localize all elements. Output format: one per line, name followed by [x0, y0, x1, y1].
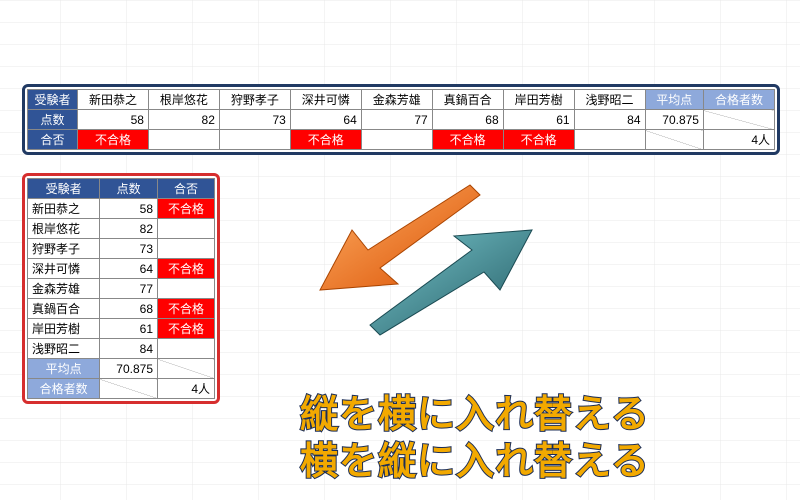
h-hdr-score: 点数: [28, 110, 78, 130]
v-name-2[interactable]: 狩野孝子: [28, 239, 100, 259]
h-hdr-result: 合否: [28, 130, 78, 150]
h-result-4[interactable]: [361, 130, 432, 150]
swap-arrows-icon: [300, 180, 540, 350]
h-score-7[interactable]: 84: [574, 110, 645, 130]
v-score-2[interactable]: 73: [100, 239, 158, 259]
v-score-0[interactable]: 58: [100, 199, 158, 219]
h-name-2[interactable]: 狩野孝子: [219, 90, 290, 110]
h-result-1[interactable]: [148, 130, 219, 150]
v-result-0[interactable]: 不合格: [158, 199, 215, 219]
v-name-7[interactable]: 浅野昭二: [28, 339, 100, 359]
h-name-5[interactable]: 真鍋百合: [432, 90, 503, 110]
h-score-3[interactable]: 64: [290, 110, 361, 130]
h-passcount[interactable]: 4人: [703, 130, 774, 150]
v-result-4[interactable]: [158, 279, 215, 299]
v-diag-2: [100, 379, 158, 399]
h-result-7[interactable]: [574, 130, 645, 150]
v-result-2[interactable]: [158, 239, 215, 259]
v-passcount[interactable]: 4人: [158, 379, 215, 399]
h-name-7[interactable]: 浅野昭二: [574, 90, 645, 110]
h-row-score: 点数 58 82 73 64 77 68 61 84 70.875: [28, 110, 775, 130]
h-result-5[interactable]: 不合格: [432, 130, 503, 150]
v-hdr-result: 合否: [158, 179, 215, 199]
h-name-3[interactable]: 深井可憐: [290, 90, 361, 110]
h-row-result: 合否 不合格 不合格 不合格 不合格 4人: [28, 130, 775, 150]
v-name-6[interactable]: 岸田芳樹: [28, 319, 100, 339]
h-score-0[interactable]: 58: [78, 110, 149, 130]
h-hdr-passcount: 合格者数: [703, 90, 774, 110]
h-row-examinee: 受験者 新田恭之 根岸悠花 狩野孝子 深井可憐 金森芳雄 真鍋百合 岸田芳樹 浅…: [28, 90, 775, 110]
v-result-3[interactable]: 不合格: [158, 259, 215, 279]
h-score-5[interactable]: 68: [432, 110, 503, 130]
v-score-1[interactable]: 82: [100, 219, 158, 239]
v-name-1[interactable]: 根岸悠花: [28, 219, 100, 239]
h-result-0[interactable]: 不合格: [78, 130, 149, 150]
h-name-4[interactable]: 金森芳雄: [361, 90, 432, 110]
h-result-3[interactable]: 不合格: [290, 130, 361, 150]
v-name-4[interactable]: 金森芳雄: [28, 279, 100, 299]
h-diag-1: [703, 110, 774, 130]
h-diag-2: [645, 130, 703, 150]
h-name-6[interactable]: 岸田芳樹: [503, 90, 574, 110]
v-score-5[interactable]: 68: [100, 299, 158, 319]
v-hdr-score: 点数: [100, 179, 158, 199]
vertical-table[interactable]: 受験者 点数 合否 新田恭之 58 不合格 根岸悠花 82 狩野孝子 73 深井…: [22, 173, 220, 404]
h-result-6[interactable]: 不合格: [503, 130, 574, 150]
v-avg[interactable]: 70.875: [100, 359, 158, 379]
v-name-3[interactable]: 深井可憐: [28, 259, 100, 279]
v-diag-1: [158, 359, 215, 379]
v-hdr-avg: 平均点: [28, 359, 100, 379]
v-score-7[interactable]: 84: [100, 339, 158, 359]
v-result-7[interactable]: [158, 339, 215, 359]
h-hdr-avg: 平均点: [645, 90, 703, 110]
h-avg[interactable]: 70.875: [645, 110, 703, 130]
h-hdr-examinee: 受験者: [28, 90, 78, 110]
h-score-6[interactable]: 61: [503, 110, 574, 130]
v-result-5[interactable]: 不合格: [158, 299, 215, 319]
v-score-3[interactable]: 64: [100, 259, 158, 279]
v-name-0[interactable]: 新田恭之: [28, 199, 100, 219]
v-score-4[interactable]: 77: [100, 279, 158, 299]
v-name-5[interactable]: 真鍋百合: [28, 299, 100, 319]
v-hdr-examinee: 受験者: [28, 179, 100, 199]
h-score-2[interactable]: 73: [219, 110, 290, 130]
v-result-1[interactable]: [158, 219, 215, 239]
h-result-2[interactable]: [219, 130, 290, 150]
v-score-6[interactable]: 61: [100, 319, 158, 339]
caption-swap-hv: 横を縦に入れ替える: [300, 430, 650, 485]
v-result-6[interactable]: 不合格: [158, 319, 215, 339]
h-score-4[interactable]: 77: [361, 110, 432, 130]
horizontal-table[interactable]: 受験者 新田恭之 根岸悠花 狩野孝子 深井可憐 金森芳雄 真鍋百合 岸田芳樹 浅…: [22, 84, 780, 155]
v-hdr-passcount: 合格者数: [28, 379, 100, 399]
h-name-0[interactable]: 新田恭之: [78, 90, 149, 110]
h-name-1[interactable]: 根岸悠花: [148, 90, 219, 110]
h-score-1[interactable]: 82: [148, 110, 219, 130]
